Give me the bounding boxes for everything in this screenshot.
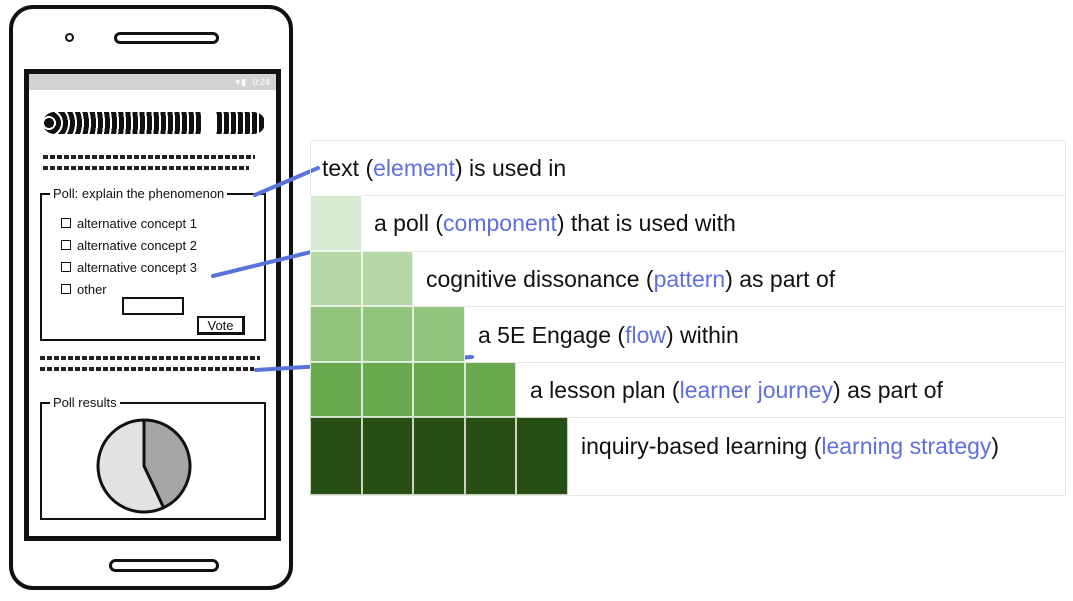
level-label-learning-strategy: inquiry-based learning (learning strateg… [581,433,1000,459]
level-cell [310,195,362,251]
level-keyword: flow [625,322,666,348]
row-divider [310,251,1066,252]
level-keyword: learner journey [679,377,834,403]
level-keyword: learning strategy [821,433,992,459]
level-keyword: element [373,155,455,181]
level-label-learner-journey: a lesson plan (learner journey) as part … [530,377,943,403]
level-cell [310,417,362,495]
level-label-component: a poll (component) that is used with [374,210,736,236]
level-cell [310,362,362,417]
level-label-element: text (element) is used in [322,155,567,181]
level-cell [413,362,465,417]
row-divider [310,195,1066,196]
level-cell [413,417,465,495]
level-cell [464,362,517,417]
level-cell [361,251,414,306]
level-cell [361,362,414,417]
level-keyword: pattern [653,266,726,292]
level-keyword: component [443,210,557,236]
level-cell [310,251,362,306]
level-cell [310,306,362,362]
level-cell [361,306,414,362]
connector-line [253,166,320,197]
level-cell [464,417,517,495]
level-cell [413,306,465,362]
level-cell [361,417,414,495]
level-label-pattern: cognitive dissonance (pattern) as part o… [426,266,836,292]
level-label-flow: a 5E Engage (flow) within [478,322,739,348]
level-cell [516,417,568,495]
